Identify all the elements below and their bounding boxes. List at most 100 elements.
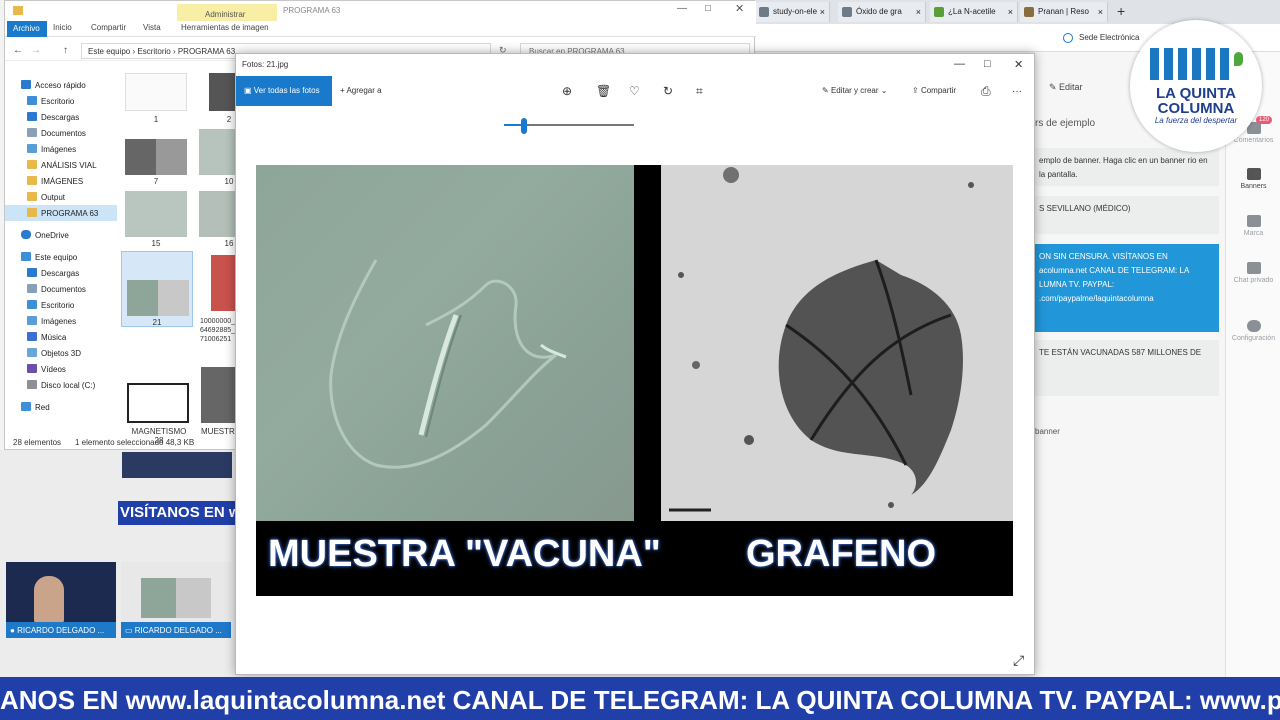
zoom-slider-handle[interactable]	[520, 118, 527, 134]
close-button[interactable]: ✕	[735, 2, 744, 15]
nav-item[interactable]: Vídeos	[5, 361, 117, 377]
file-thumbnail[interactable]	[125, 139, 187, 175]
more-options-button[interactable]: ···	[1012, 86, 1022, 97]
nav-quick-access[interactable]: Acceso rápido	[5, 77, 117, 93]
nav-item[interactable]: Documentos	[5, 281, 117, 297]
nav-item[interactable]: Escritorio	[5, 93, 117, 109]
nav-label: Output	[41, 193, 66, 202]
close-tab-icon[interactable]: ×	[1008, 7, 1013, 17]
back-arrow-icon[interactable]: ←	[13, 45, 23, 56]
nav-label: Documentos	[41, 129, 86, 138]
see-all-photos-button[interactable]: ▣ Ver todas las fotos	[236, 76, 332, 106]
close-tab-icon[interactable]: ×	[820, 7, 825, 17]
logo-bar	[1206, 48, 1215, 80]
folder-icon	[27, 160, 37, 169]
banners-tab[interactable]: Banners	[1226, 168, 1280, 190]
close-tab-icon[interactable]: ×	[916, 7, 921, 17]
cam-label: ● RICARDO DELGADO ...	[6, 622, 116, 638]
nav-item-selected[interactable]: PROGRAMA 63	[5, 205, 117, 221]
tab-label: ¿La N-acetile	[948, 7, 996, 16]
video-icon	[27, 364, 37, 373]
nav-label: Escritorio	[41, 97, 75, 106]
logo-bar	[1192, 48, 1201, 80]
photos-title: Fotos: 21.jpg	[242, 60, 289, 69]
nav-network[interactable]: Red	[5, 399, 117, 415]
crop-icon[interactable]: ⌗	[696, 84, 703, 99]
banner-card-active[interactable]: ON SIN CENSURA. VISÍTANOS EN acolumna.ne…	[1035, 244, 1219, 332]
nav-onedrive[interactable]: OneDrive	[5, 227, 117, 243]
share-button[interactable]: ⇪ Compartir	[912, 86, 956, 95]
tab-herramientas[interactable]: Herramientas de imagen	[181, 23, 269, 32]
edit-button[interactable]: ✎ Editar	[1049, 82, 1083, 93]
banner-card[interactable]: TE ESTÁN VACUNADAS 587 MILLONES DE	[1035, 340, 1219, 396]
tab-inicio[interactable]: Inicio	[53, 23, 72, 32]
close-tab-icon[interactable]: ×	[1098, 7, 1103, 17]
selected-file[interactable]: 21	[121, 251, 193, 327]
fullscreen-icon[interactable]: ⤢	[1013, 652, 1024, 669]
browser-tab[interactable]: ¿La N-acetile ×	[930, 2, 1018, 22]
nav-this-pc[interactable]: Este equipo	[5, 249, 117, 265]
tab-vista[interactable]: Vista	[143, 23, 161, 32]
nav-item[interactable]: Objetos 3D	[5, 345, 117, 361]
breadcrumb-item[interactable]: Este equipo	[88, 47, 130, 56]
file-name: MUESTR	[201, 427, 235, 436]
forward-arrow-icon[interactable]: →	[31, 45, 41, 56]
breadcrumb-item[interactable]: PROGRAMA 63	[178, 47, 235, 56]
nav-item[interactable]: Descargas	[5, 109, 117, 125]
nav-item[interactable]: Música	[5, 329, 117, 345]
tab-archivo[interactable]: Archivo	[7, 21, 47, 37]
nav-item[interactable]: Disco local (C:)	[5, 377, 117, 393]
person-figure	[34, 576, 64, 624]
private-chat-tab[interactable]: Chat privado	[1226, 262, 1280, 284]
banner-card[interactable]: emplo de banner. Haga clic en un banner …	[1035, 148, 1219, 186]
file-thumbnail[interactable]	[127, 383, 189, 423]
nav-item[interactable]: Output	[5, 189, 117, 205]
browser-tab[interactable]: Óxido de gra ×	[838, 2, 926, 22]
minimize-button[interactable]: —	[954, 58, 965, 70]
bookmark-link[interactable]: Sede Electrónica	[1079, 33, 1139, 42]
nav-item[interactable]: Documentos	[5, 125, 117, 141]
nav-item[interactable]: Descargas	[5, 265, 117, 281]
nav-item[interactable]: ANÁLISIS VIAL	[5, 157, 117, 173]
up-arrow-icon[interactable]: ↑	[63, 45, 68, 56]
heart-icon[interactable]: ♡	[629, 84, 640, 98]
settings-tab[interactable]: Configuración	[1226, 320, 1280, 342]
folder-icon	[13, 6, 23, 15]
vaccine-sample-panel	[256, 165, 634, 521]
browser-tab[interactable]: Pranan | Reso ×	[1020, 2, 1108, 22]
tab-compartir[interactable]: Compartir	[91, 23, 126, 32]
banner-card[interactable]: S SEVILLANO (MÉDICO)	[1035, 196, 1219, 234]
nav-item[interactable]: Escritorio	[5, 297, 117, 313]
edit-create-button[interactable]: ✎ Editar y crear ⌄	[822, 86, 887, 95]
zoom-icon[interactable]: ⊕	[562, 84, 572, 98]
maximize-button[interactable]: □	[705, 3, 711, 14]
nav-label: OneDrive	[35, 231, 69, 240]
delete-icon[interactable]: 🗑	[596, 84, 611, 98]
file-thumbnail[interactable]	[199, 129, 239, 175]
browser-tab[interactable]: study-on-ele ×	[755, 2, 830, 22]
nav-label: Objetos 3D	[41, 349, 82, 358]
file-thumbnail[interactable]	[199, 191, 239, 237]
file-name: 21	[152, 318, 162, 327]
file-thumbnail[interactable]	[125, 191, 187, 237]
nav-item[interactable]: Imágenes	[5, 141, 117, 157]
file-thumbnail[interactable]	[201, 367, 239, 423]
new-banner-label[interactable]: banner	[1035, 427, 1060, 436]
new-tab-button[interactable]: +	[1117, 3, 1125, 19]
banner-icon	[1246, 168, 1261, 180]
add-to-button[interactable]: + Agregar a	[340, 86, 382, 95]
rotate-icon[interactable]: ↻	[663, 84, 673, 98]
brand-tab[interactable]: Marca	[1226, 215, 1280, 237]
nav-item[interactable]: IMÁGENES	[5, 173, 117, 189]
maximize-button[interactable]: □	[984, 58, 991, 70]
minimize-button[interactable]: —	[677, 3, 687, 14]
rail-label: Marca	[1243, 230, 1264, 237]
nav-label: Imágenes	[41, 145, 77, 154]
file-thumbnail[interactable]	[125, 73, 187, 111]
close-button[interactable]: ✕	[1014, 58, 1023, 71]
print-icon[interactable]: ⎙	[981, 84, 991, 99]
nav-label: Red	[35, 403, 50, 412]
nav-item[interactable]: Imágenes	[5, 313, 117, 329]
drive-icon	[27, 380, 37, 389]
breadcrumb-item[interactable]: Escritorio	[137, 47, 170, 56]
